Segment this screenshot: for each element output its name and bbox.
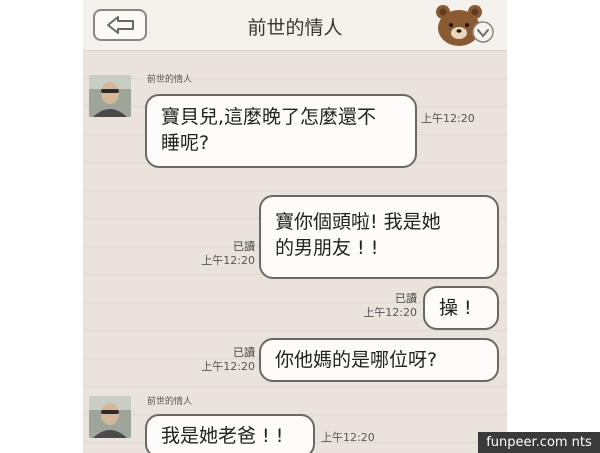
chat-header: 前世的情人 <box>83 0 507 51</box>
message-bubble[interactable]: 我是她老爸 ! ! <box>145 414 315 453</box>
message-time: 上午12:20 <box>421 112 475 125</box>
watermark: funpeer.com nts <box>478 432 600 453</box>
read-receipt: 已讀 <box>233 240 255 253</box>
message-time: 上午12:20 <box>363 306 417 319</box>
read-receipt: 已讀 <box>233 346 255 359</box>
avatar[interactable] <box>89 75 131 117</box>
avatar[interactable] <box>89 396 131 438</box>
message-meta: 已讀 上午12:20 <box>183 240 255 268</box>
message-time: 上午12:20 <box>201 254 255 267</box>
bear-sticker-icon[interactable] <box>433 2 497 48</box>
message-meta: 已讀 上午12:20 <box>183 346 255 374</box>
chat-screen: 前世的情人 前世的情人 寶貝兒,這麼晚了怎麼還不 睡呢? 上午12:20 已讀 … <box>83 0 507 453</box>
message-bubble[interactable]: 寶你個頭啦! 我是她 的男朋友 ! ! <box>259 195 499 279</box>
chevron-circle <box>472 21 494 43</box>
message-meta: 已讀 上午12:20 <box>345 292 417 320</box>
message-bubble[interactable]: 操 ! <box>423 286 499 330</box>
sender-name: 前世的情人 <box>147 397 193 407</box>
message-time: 上午12:20 <box>321 431 375 444</box>
sender-name: 前世的情人 <box>147 75 193 85</box>
read-receipt: 已讀 <box>395 292 417 305</box>
message-bubble[interactable]: 你他媽的是哪位呀? <box>259 338 499 382</box>
message-time: 上午12:20 <box>201 360 255 373</box>
message-bubble[interactable]: 寶貝兒,這麼晚了怎麼還不 睡呢? <box>145 94 417 168</box>
